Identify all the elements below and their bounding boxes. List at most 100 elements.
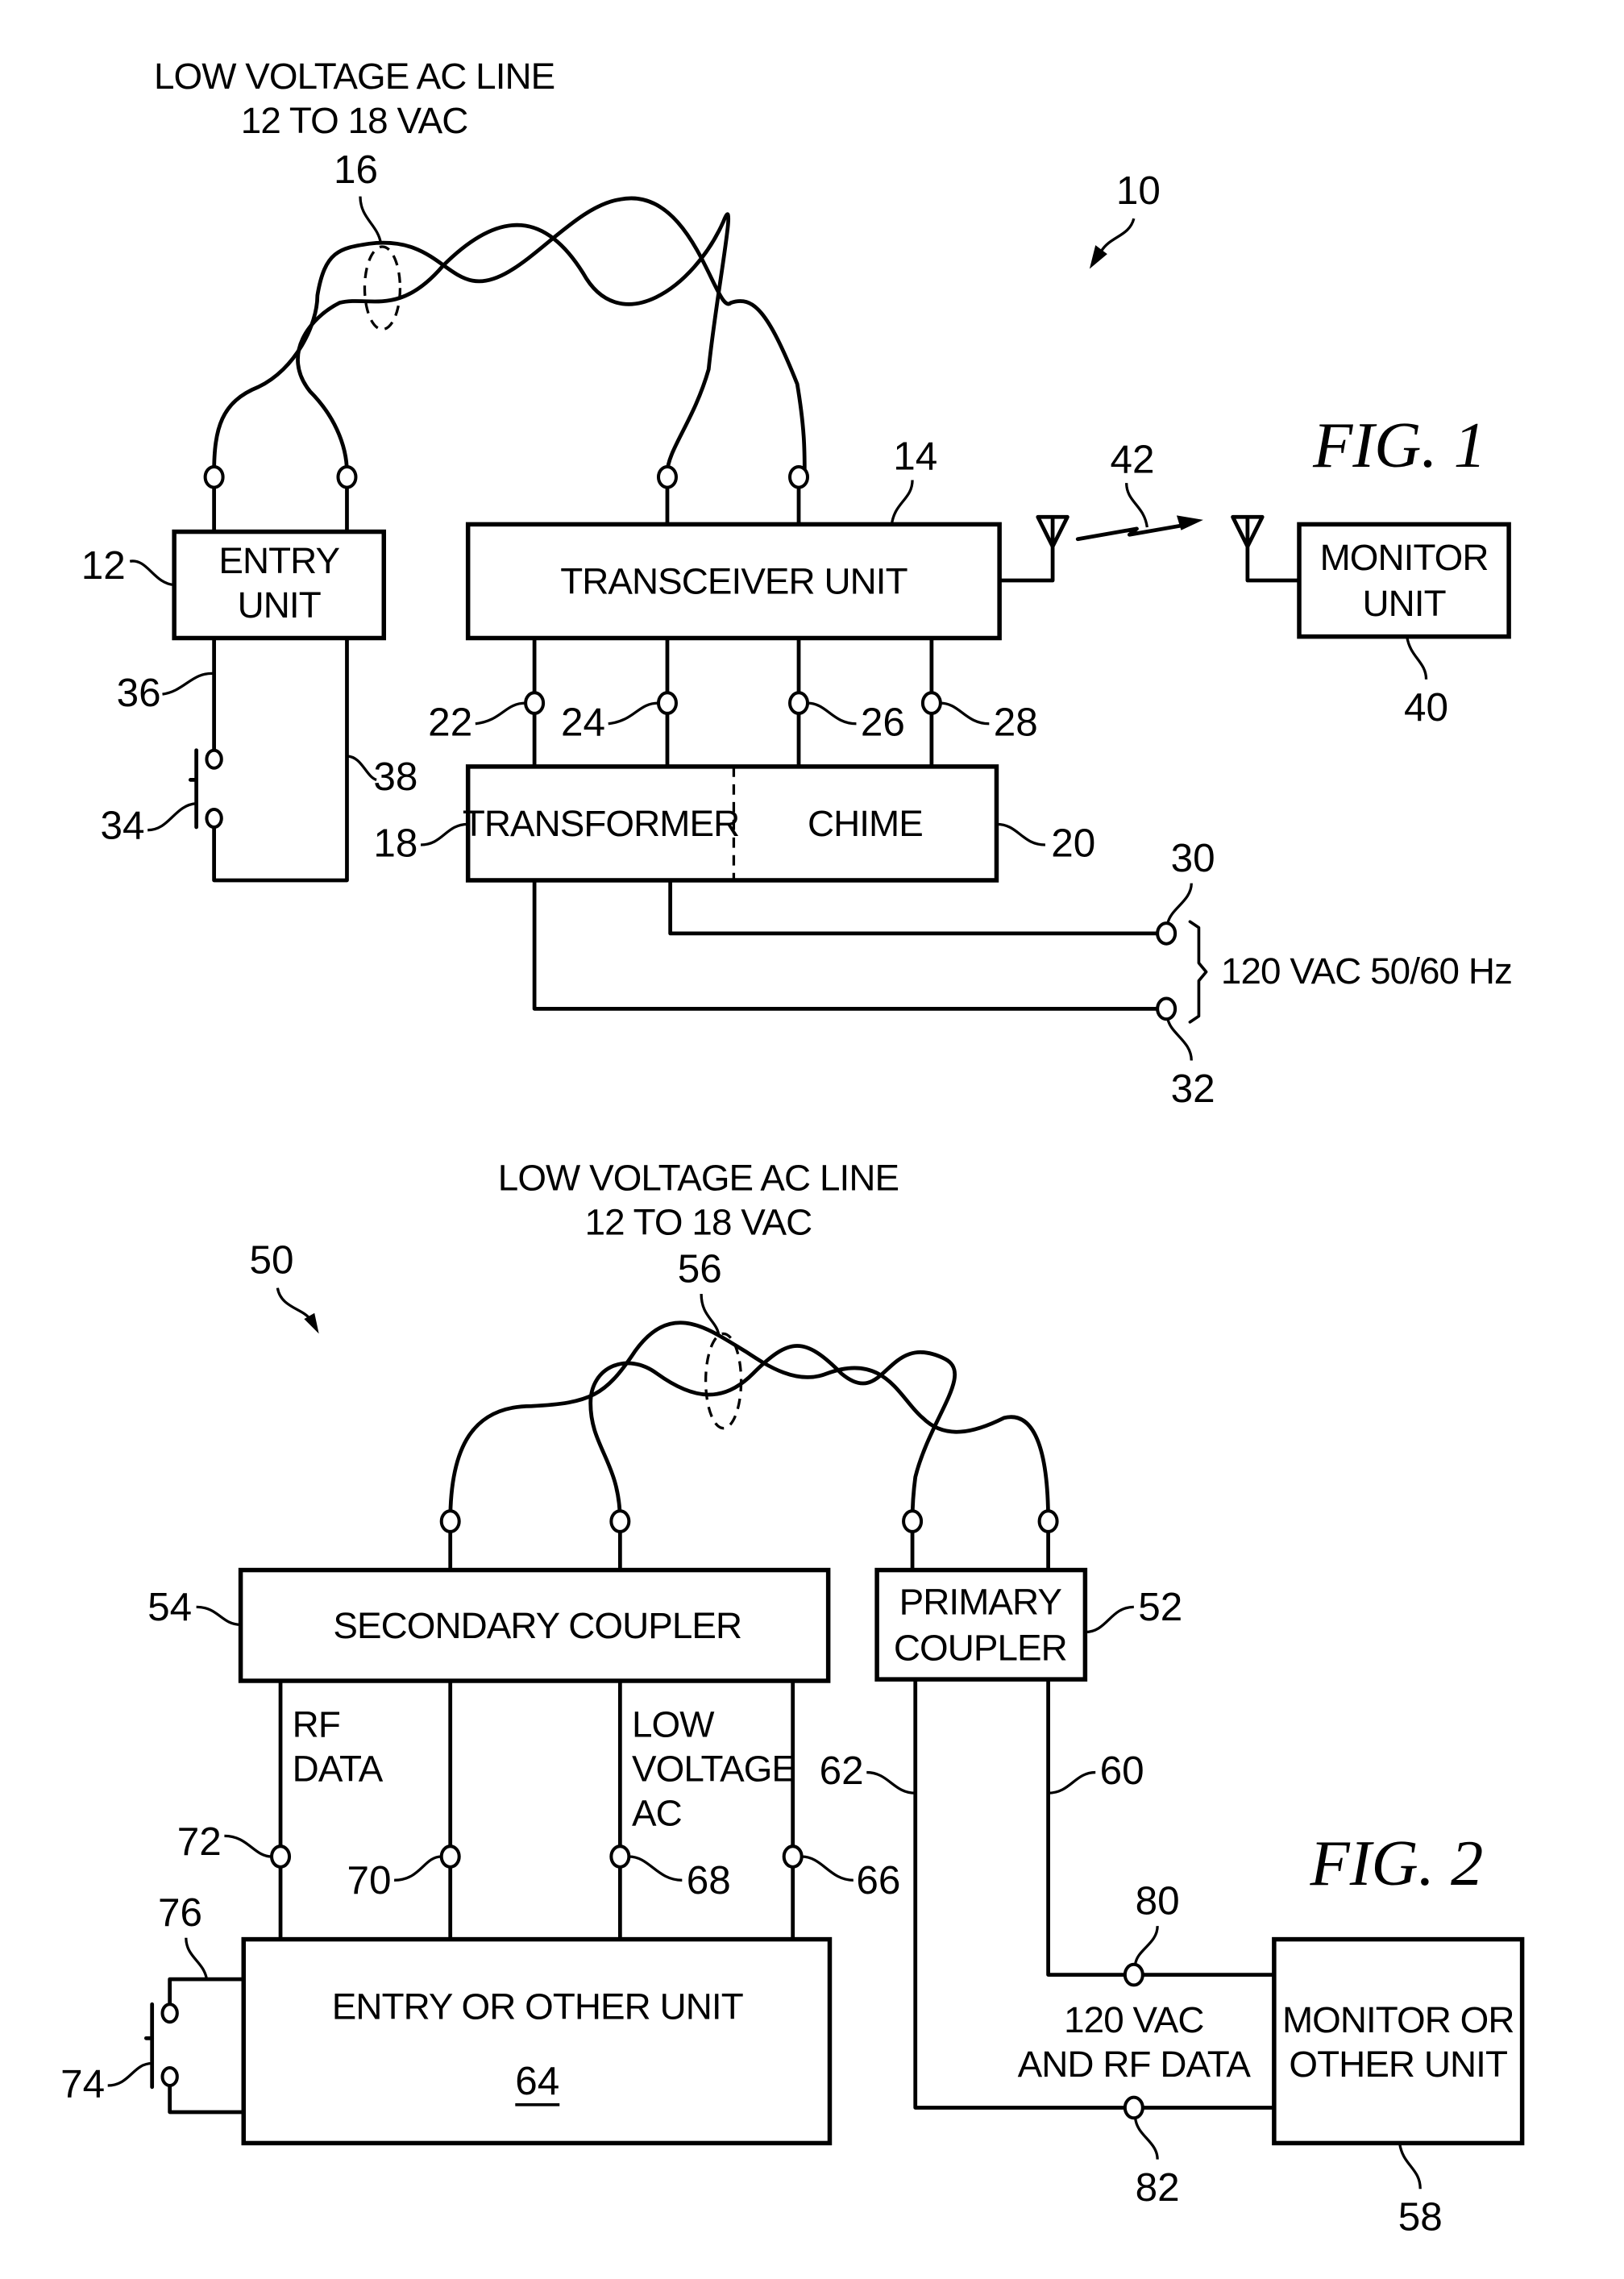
- wire: [997, 541, 1055, 583]
- cable-bundle-16-marker: [363, 245, 402, 331]
- terminal-82: [1123, 2095, 1144, 2120]
- ref-70: 70: [347, 1858, 391, 1903]
- leader-30: [1166, 883, 1193, 924]
- wire: [668, 878, 1160, 936]
- ref-38: 38: [373, 755, 417, 799]
- mains-label: 120 VAC 50/60 Hz: [1221, 950, 1512, 992]
- leader-66: [801, 1855, 854, 1882]
- ref-18: 18: [373, 821, 417, 866]
- leader-24: [608, 701, 659, 726]
- low-voltage-ac-label-3: AC: [632, 1793, 682, 1834]
- ref-76: 76: [158, 1890, 202, 1935]
- wireless-link-icon: [1075, 522, 1190, 542]
- leader-10: [1100, 218, 1136, 252]
- monitor-unit-label-2: UNIT: [1362, 583, 1445, 624]
- ref-56: 56: [678, 1246, 722, 1291]
- ref-58: 58: [1398, 2195, 1443, 2239]
- terminal-68: [609, 1844, 631, 1869]
- ref-50: 50: [250, 1237, 294, 1282]
- ref-80: 80: [1136, 1878, 1180, 1923]
- leader-60: [1048, 1770, 1096, 1795]
- terminal-24: [656, 691, 678, 715]
- terminal: [439, 1509, 461, 1533]
- wire-60: [1046, 1677, 1128, 1977]
- chime-label: CHIME: [808, 803, 923, 844]
- ref-12: 12: [81, 543, 126, 588]
- leader-18: [420, 822, 468, 846]
- switch-contact: [205, 748, 223, 770]
- terminal: [203, 464, 225, 489]
- wire-16b: [296, 212, 731, 475]
- terminal: [336, 464, 358, 489]
- leader-28: [940, 701, 990, 726]
- wire: [1245, 541, 1302, 583]
- switch-contact: [160, 2065, 179, 2088]
- leader-58: [1398, 2143, 1422, 2190]
- leader-42: [1125, 483, 1148, 528]
- switch-contact: [205, 808, 223, 830]
- leader-40: [1406, 636, 1428, 680]
- terminal-28: [920, 691, 942, 715]
- leader-12: [129, 559, 175, 587]
- ref-22: 22: [428, 700, 472, 744]
- terminal-72: [270, 1844, 292, 1869]
- leader-52: [1085, 1605, 1134, 1634]
- ref-74: 74: [60, 2062, 105, 2106]
- monitor-or-other-unit-label-1: MONITOR OR: [1282, 1999, 1514, 2040]
- leader-76: [185, 1937, 209, 1980]
- terminal-26: [788, 691, 810, 715]
- leader-50: [276, 1287, 312, 1320]
- entry-or-other-unit-label: ENTRY OR OTHER UNIT: [332, 1986, 743, 2027]
- leader-34: [147, 802, 197, 832]
- fig2-title: FIG. 2: [1309, 1828, 1483, 1899]
- rf-data-label-1: RF: [293, 1704, 340, 1745]
- ref-20: 20: [1051, 821, 1095, 866]
- arrow-icon: [1176, 515, 1203, 530]
- leader-62: [866, 1770, 916, 1795]
- ref-24: 24: [561, 700, 605, 744]
- ref-72: 72: [177, 1819, 222, 1864]
- fig2-line-label-2: 12 TO 18 VAC: [585, 1202, 812, 1243]
- terminal: [788, 464, 810, 489]
- ref-54: 54: [147, 1585, 192, 1629]
- figure-2: LOW VOLTAGE AC LINE 12 TO 18 VAC 56 50 S…: [60, 1158, 1525, 2239]
- ref-68: 68: [687, 1858, 731, 1903]
- leader-68: [629, 1855, 683, 1882]
- entry-unit-label-2: UNIT: [238, 584, 321, 626]
- ref-26: 26: [861, 700, 905, 744]
- ref-42: 42: [1110, 437, 1154, 481]
- terminal-32: [1156, 996, 1178, 1021]
- terminal-80: [1123, 1962, 1144, 1987]
- transformer-label: TRANSFORMER: [463, 803, 739, 844]
- leader-16: [359, 196, 383, 244]
- ref-62: 62: [820, 1749, 864, 1793]
- ref-36: 36: [117, 671, 161, 715]
- mains-rf-label-1: 120 VAC: [1064, 1999, 1203, 2040]
- leader-80: [1134, 1925, 1159, 1965]
- terminal-66: [782, 1844, 804, 1869]
- fig2-line-label-1: LOW VOLTAGE AC LINE: [498, 1158, 899, 1199]
- ref-10: 10: [1116, 168, 1161, 213]
- monitor-or-other-unit-label-2: OTHER UNIT: [1289, 2044, 1507, 2085]
- leader-74: [107, 2061, 152, 2087]
- ref-82: 82: [1136, 2165, 1180, 2210]
- leader-22: [475, 701, 526, 726]
- wire: [532, 878, 1160, 1011]
- terminal: [1037, 1509, 1059, 1533]
- wire-38: [212, 636, 349, 883]
- leader-82: [1134, 2118, 1159, 2160]
- ref-66: 66: [856, 1858, 900, 1903]
- mains-rf-label-2: AND RF DATA: [1018, 2044, 1252, 2085]
- secondary-coupler-label: SECONDARY COUPLER: [333, 1605, 741, 1646]
- ref-14: 14: [893, 435, 937, 479]
- terminal: [609, 1509, 631, 1533]
- terminal-22: [524, 691, 546, 715]
- cable-bundle-56-marker: [704, 1332, 743, 1430]
- entry-unit-label-1: ENTRY: [218, 540, 339, 581]
- ref-30: 30: [1171, 836, 1215, 880]
- monitor-or-other-unit-box: [1272, 1936, 1525, 2146]
- leader-26: [807, 701, 857, 726]
- wire-76: [168, 1977, 246, 2007]
- switch-contact: [160, 2002, 179, 2024]
- primary-coupler-label-1: PRIMARY: [899, 1582, 1062, 1623]
